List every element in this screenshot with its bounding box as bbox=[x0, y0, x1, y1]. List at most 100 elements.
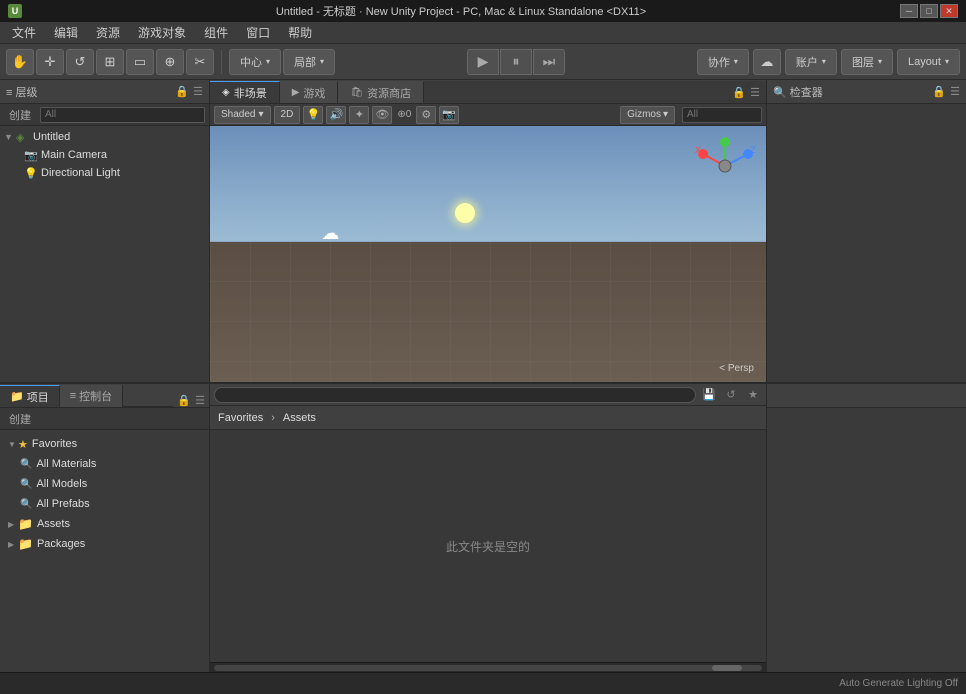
orientation-gizmo[interactable]: Z X bbox=[693, 134, 758, 199]
project-tab[interactable]: 📁 项目 bbox=[0, 385, 60, 407]
pivot-local-button[interactable]: 局部 ▾ bbox=[283, 49, 335, 75]
hand-tool-button[interactable]: ✋ bbox=[6, 49, 34, 75]
rotate-tool-button[interactable]: ↺ bbox=[66, 49, 94, 75]
hierarchy-item-camera[interactable]: 📷 Main Camera bbox=[0, 146, 209, 164]
menu-file[interactable]: 文件 bbox=[4, 22, 44, 43]
layers-label: 图层 bbox=[852, 54, 874, 70]
collaborate-button[interactable]: 协作 ▾ bbox=[697, 49, 749, 75]
hierarchy-item-scene[interactable]: ▼ ◈ Untitled bbox=[0, 128, 209, 146]
menu-gameobject[interactable]: 游戏对象 bbox=[130, 22, 194, 43]
store-tab-icon: 🛍 bbox=[350, 87, 363, 98]
pivot-local-label: 局部 bbox=[294, 54, 316, 70]
bottom-area: 📁 项目 ≡ 控制台 🔒 ☰ 创建 ▼ bbox=[0, 382, 966, 672]
packages-folder-item[interactable]: ▶ 📁 Packages bbox=[0, 534, 209, 554]
hierarchy-item-label: Main Camera bbox=[41, 149, 107, 161]
asset-main-area: 此文件夹是空的 bbox=[210, 430, 766, 662]
account-label: 账户 bbox=[796, 54, 818, 70]
project-tabs: 📁 项目 ≡ 控制台 🔒 ☰ bbox=[0, 384, 209, 408]
expand-arrow-icon: ▶ bbox=[8, 540, 18, 549]
scene-lock-icon[interactable]: 🔒 bbox=[732, 86, 746, 99]
lighting-button[interactable]: 💡 bbox=[303, 106, 323, 124]
pause-button[interactable]: ⏸ bbox=[500, 49, 532, 75]
window-title: Untitled - 无标题 · New Unity Project - PC,… bbox=[28, 3, 894, 19]
hierarchy-panel: ≡ 层级 🔒 ☰ 创建 ▼ ◈ Untitled 📷 bbox=[0, 80, 210, 382]
scene-camera-button[interactable]: 📷 bbox=[439, 106, 459, 124]
store-tab[interactable]: 🛍 资源商店 bbox=[338, 81, 424, 103]
search-icon: 🔍 bbox=[20, 499, 32, 510]
close-button[interactable]: ✕ bbox=[940, 4, 958, 18]
lock-icon[interactable]: 🔒 bbox=[175, 85, 189, 98]
game-tab-label: 游戏 bbox=[303, 85, 325, 101]
gizmos-button[interactable]: Gizmos ▾ bbox=[620, 106, 675, 124]
inspector-menu-icon[interactable]: ☰ bbox=[950, 85, 960, 98]
hierarchy-create-button[interactable]: 创建 bbox=[4, 105, 36, 125]
layers-button[interactable]: 图层 ▾ bbox=[841, 49, 893, 75]
account-button[interactable]: 账户 ▾ bbox=[785, 49, 837, 75]
menu-edit[interactable]: 编辑 bbox=[46, 22, 86, 43]
shading-mode-button[interactable]: Shaded ▾ bbox=[214, 106, 271, 124]
maximize-button[interactable]: □ bbox=[920, 4, 938, 18]
project-lock-icon[interactable]: 🔒 bbox=[177, 394, 191, 407]
pivot-center-button[interactable]: 中心 ▾ bbox=[229, 49, 281, 75]
menu-help[interactable]: 帮助 bbox=[280, 22, 320, 43]
svg-text:Z: Z bbox=[750, 145, 756, 155]
play-button[interactable]: ▶ bbox=[467, 49, 499, 75]
menu-assets[interactable]: 资源 bbox=[88, 22, 128, 43]
cloud-button[interactable]: ☁ bbox=[753, 49, 781, 75]
status-bar: Auto Generate Lighting Off bbox=[0, 672, 966, 694]
scene-search-input[interactable] bbox=[682, 107, 762, 123]
list-item[interactable]: 🔍 All Materials bbox=[0, 454, 209, 474]
star-icon[interactable]: ★ bbox=[744, 386, 762, 404]
scene-tabs-bar: ◈ 非场景 ▶ 游戏 🛍 资源商店 🔒 ☰ bbox=[210, 80, 766, 104]
list-item[interactable]: 🔍 All Models bbox=[0, 474, 209, 494]
menu-icon[interactable]: ☰ bbox=[193, 85, 203, 98]
layout-label: Layout bbox=[908, 56, 941, 68]
scene-menu-icon[interactable]: ☰ bbox=[750, 86, 760, 99]
rect-tool-button[interactable]: ▭ bbox=[126, 49, 154, 75]
all-models-label: All Models bbox=[36, 478, 87, 490]
inspector-icons: 🔒 ☰ bbox=[932, 85, 960, 98]
extra-tool-button[interactable]: ✂ bbox=[186, 49, 214, 75]
menu-window[interactable]: 窗口 bbox=[238, 22, 278, 43]
menu-bar: 文件 编辑 资源 游戏对象 组件 窗口 帮助 bbox=[0, 22, 966, 44]
project-create-button[interactable]: 创建 bbox=[4, 409, 36, 429]
menu-component[interactable]: 组件 bbox=[196, 22, 236, 43]
all-prefabs-label: All Prefabs bbox=[36, 498, 89, 510]
favorites-section-header[interactable]: ▼ ★ Favorites bbox=[0, 434, 209, 454]
scene-settings-button[interactable]: ⚙ bbox=[416, 106, 436, 124]
transform-tool-button[interactable]: ⊕ bbox=[156, 49, 184, 75]
refresh-icon[interactable]: ↺ bbox=[722, 386, 740, 404]
save-icon[interactable]: 💾 bbox=[700, 386, 718, 404]
inspector-lock-icon[interactable]: 🔒 bbox=[932, 85, 946, 98]
hierarchy-item-light[interactable]: 💡 Directional Light bbox=[0, 164, 209, 182]
effects-button[interactable]: ✦ bbox=[349, 106, 369, 124]
move-tool-button[interactable]: ✛ bbox=[36, 49, 64, 75]
console-tab[interactable]: ≡ 控制台 bbox=[60, 385, 123, 407]
scene-vr-icon: ⊕0 bbox=[395, 109, 413, 120]
audio-button[interactable]: 🔊 bbox=[326, 106, 346, 124]
2d-toggle-button[interactable]: 2D bbox=[274, 106, 301, 124]
asset-scrollbar[interactable] bbox=[210, 662, 766, 672]
expand-arrow-icon: ▼ bbox=[4, 132, 16, 142]
step-button[interactable]: ⏭ bbox=[533, 49, 565, 75]
search-icon: 🔍 bbox=[20, 479, 32, 490]
layout-button[interactable]: Layout ▾ bbox=[897, 49, 960, 75]
scale-tool-button[interactable]: ⊞ bbox=[96, 49, 124, 75]
scene-viewport[interactable]: ☁ Z X bbox=[210, 126, 766, 382]
asset-search-input[interactable] bbox=[214, 387, 696, 403]
folder-icon: 📁 bbox=[18, 537, 33, 551]
asset-viewer-toolbar: 💾 ↺ ★ bbox=[210, 384, 766, 406]
scene-tab[interactable]: ◈ 非场景 bbox=[210, 81, 280, 103]
hierarchy-search-input[interactable] bbox=[40, 107, 205, 123]
viewport-area: ◈ 非场景 ▶ 游戏 🛍 资源商店 🔒 ☰ bbox=[210, 80, 766, 382]
project-menu-icon[interactable]: ☰ bbox=[195, 394, 205, 407]
hide-button[interactable]: 👁 bbox=[372, 106, 392, 124]
assets-folder-item[interactable]: ▶ 📁 Assets bbox=[0, 514, 209, 534]
game-tab[interactable]: ▶ 游戏 bbox=[280, 81, 339, 103]
hierarchy-icons: 🔒 ☰ bbox=[175, 85, 203, 98]
perspective-label: < Persp bbox=[719, 363, 754, 374]
light-icon: 💡 bbox=[24, 167, 38, 180]
window-controls: ─ □ ✕ bbox=[900, 4, 958, 18]
minimize-button[interactable]: ─ bbox=[900, 4, 918, 18]
list-item[interactable]: 🔍 All Prefabs bbox=[0, 494, 209, 514]
